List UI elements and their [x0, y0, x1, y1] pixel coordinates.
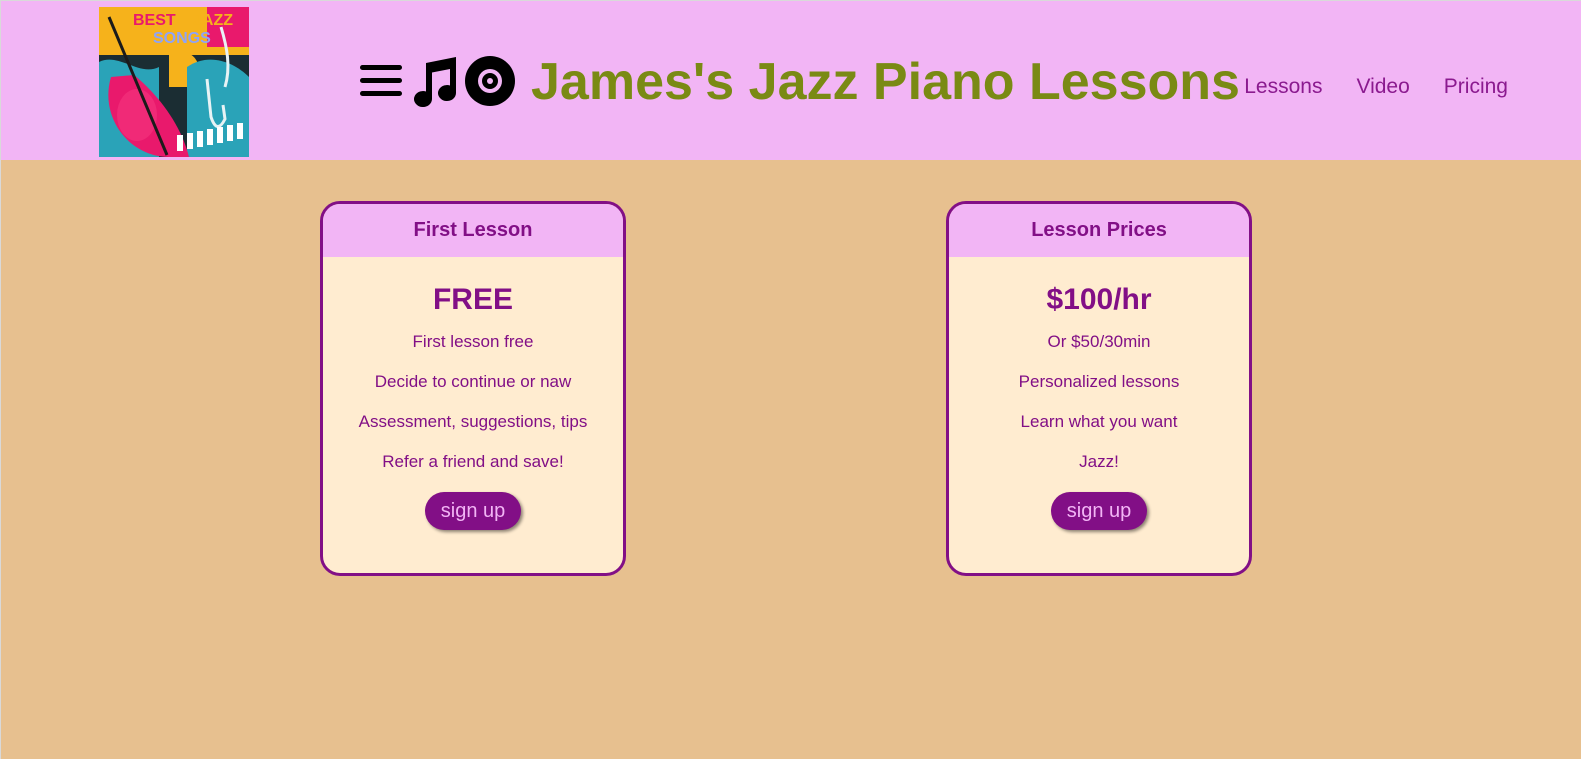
nav-link-pricing[interactable]: Pricing: [1444, 73, 1508, 101]
feature-item: Learn what you want: [1020, 412, 1178, 431]
site-header: BEST JAZZ SONGS James's Jazz Piano Lesso…: [1, 1, 1581, 160]
feature-item: Personalized lessons: [1018, 372, 1180, 391]
logo-artwork: BEST JAZZ SONGS: [99, 7, 249, 157]
pricing-card-first-lesson: First Lesson FREE First lesson free Deci…: [320, 201, 626, 576]
card-price: $100/hr: [1046, 283, 1152, 316]
vinyl-record-icon: [464, 55, 516, 112]
card-price: FREE: [432, 283, 513, 316]
sign-up-button[interactable]: sign up: [425, 492, 521, 530]
feature-item: Jazz!: [1079, 452, 1119, 471]
feature-list: Or $50/30min Personalized lessons Learn …: [949, 332, 1249, 472]
feature-list: First lesson free Decide to continue or …: [323, 332, 623, 472]
nav-link-lessons[interactable]: Lessons: [1244, 73, 1322, 101]
menu-icon[interactable]: [358, 59, 404, 108]
logo[interactable]: BEST JAZZ SONGS: [99, 7, 249, 157]
feature-item: First lesson free: [412, 332, 534, 351]
logo-text-best: BEST: [133, 12, 176, 29]
card-heading: First Lesson: [323, 204, 623, 257]
sign-up-button[interactable]: sign up: [1051, 492, 1147, 530]
pricing-card-lesson-prices: Lesson Prices $100/hr Or $50/30min Perso…: [946, 201, 1252, 576]
header-icons: [358, 55, 516, 112]
music-note-icon: [408, 55, 460, 112]
main-nav: Lessons Video Pricing: [1244, 73, 1508, 101]
feature-item: Assessment, suggestions, tips: [358, 412, 588, 431]
site-title: James's Jazz Piano Lessons: [531, 53, 1240, 111]
card-heading: Lesson Prices: [949, 204, 1249, 257]
logo-text-songs: SONGS: [153, 30, 211, 47]
feature-item: Decide to continue or naw: [374, 372, 572, 391]
logo-text-jazz: JAZZ: [193, 12, 233, 29]
nav-link-video[interactable]: Video: [1356, 73, 1409, 101]
feature-item: Or $50/30min: [1047, 332, 1151, 351]
feature-item: Refer a friend and save!: [382, 452, 564, 471]
